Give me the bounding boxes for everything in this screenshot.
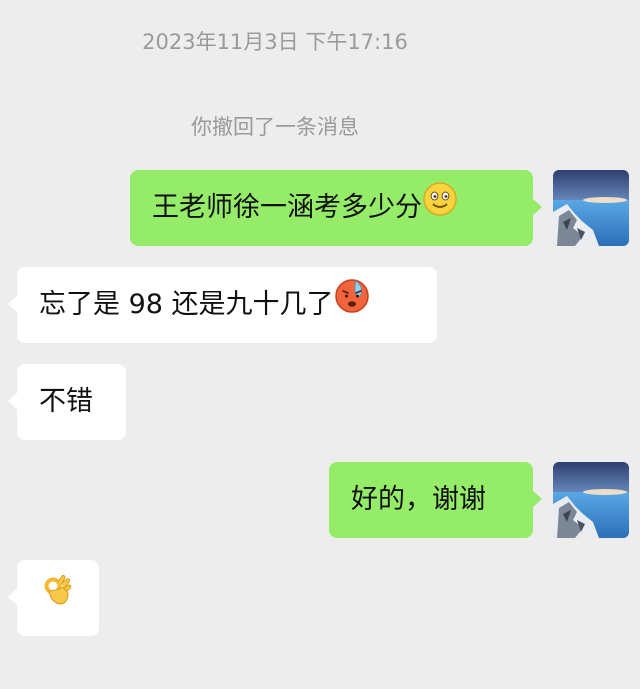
user-avatar[interactable] bbox=[553, 170, 629, 246]
message-bubble-sent[interactable]: 好的，谢谢 bbox=[329, 462, 542, 538]
message-text: 忘了是 98 还是九十几了 bbox=[39, 289, 334, 320]
user-avatar[interactable] bbox=[553, 462, 629, 538]
message-bubble-received[interactable] bbox=[8, 560, 99, 637]
message-bubble-received[interactable]: 忘了是 98 还是九十几了 bbox=[8, 267, 437, 344]
ok-hand-icon bbox=[41, 561, 75, 637]
cold-sweat-face-icon bbox=[334, 268, 370, 344]
message-bubble-sent[interactable]: 王老师徐一涵考多少分 bbox=[130, 170, 542, 247]
message-bubble-received[interactable]: 不错 bbox=[8, 364, 126, 440]
message-text: 不错 bbox=[39, 386, 93, 417]
message-text: 王老师徐一涵考多少分 bbox=[152, 192, 422, 223]
slightly-smiling-face-icon bbox=[422, 171, 458, 247]
message-text: 好的，谢谢 bbox=[351, 484, 486, 515]
recall-notice: 你撤回了一条消息 bbox=[191, 115, 359, 139]
chat-timestamp: 2023年11月3日 下午17:16 bbox=[142, 30, 408, 54]
